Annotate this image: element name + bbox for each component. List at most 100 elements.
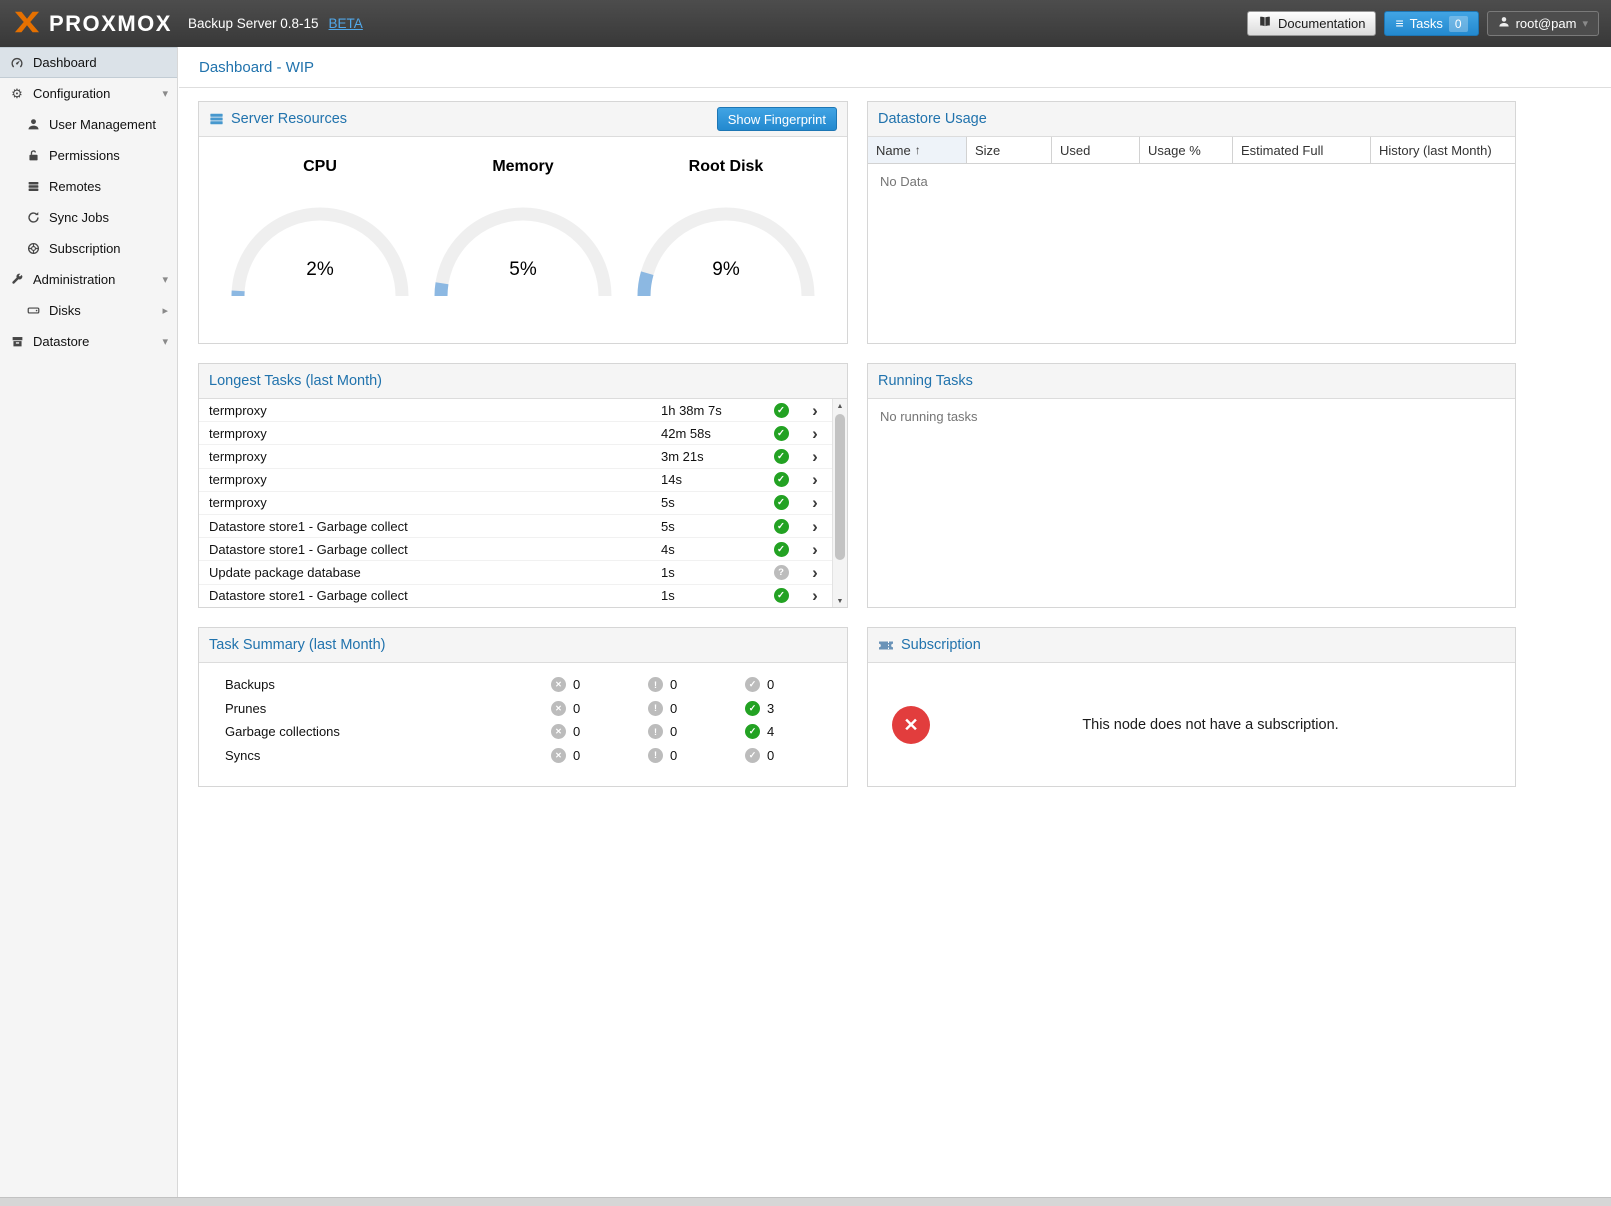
error-count: 0 [573,748,580,763]
sidebar-item[interactable]: Remotes [0,171,177,202]
server-resources-title: Server Resources [231,111,347,127]
tasks-button[interactable]: ≡ Tasks 0 [1384,11,1478,36]
expand-caret-icon [162,304,168,317]
datastore-usage-panel: Datastore Usage Name ↑ Size Used [867,101,1516,344]
sidebar-item[interactable]: User Management [0,109,177,140]
task-row[interactable]: termproxy 42m 58s [199,422,832,445]
warning-count: 0 [670,748,677,763]
sidebar-item[interactable]: Dashboard [0,47,177,78]
sidebar-item-label: Datastore [33,334,89,349]
column-label: Name [876,143,911,158]
ok-count: 0 [767,748,774,763]
summary-label: Syncs [225,748,551,763]
task-name: termproxy [199,472,661,487]
sidebar-item[interactable]: ⚙ Configuration [0,78,177,109]
column-header[interactable]: Name ↑ [868,137,967,163]
task-row[interactable]: termproxy 14s [199,469,832,492]
user-label: root@pam [1516,16,1577,31]
task-row[interactable]: Datastore store1 - Garbage collect 5s [199,515,832,538]
gauge-value: 5% [430,259,616,281]
warning-group: 0 [648,748,745,763]
documentation-button[interactable]: Documentation [1247,11,1376,36]
chevron-right-icon[interactable] [812,564,818,581]
sidebar-item-label: Configuration [33,86,110,101]
task-name: Datastore store1 - Garbage collect [199,519,661,534]
user-icon [1498,16,1510,31]
scroll-up-arrow[interactable] [833,399,847,413]
column-header[interactable]: Size [967,137,1052,163]
task-status-icon [774,426,789,441]
task-duration: 1s [661,565,764,580]
resource-gauge: CPU 2% [227,137,413,300]
chevron-right-icon[interactable] [812,587,818,604]
error-icon [551,724,566,739]
scrollbar[interactable] [832,399,847,608]
sidebar-item-icon: ⚙ [9,87,25,100]
topbar: PROXMOX Backup Server 0.8-15 BETA Docume… [0,0,1611,47]
column-label: Used [1060,143,1090,158]
sidebar-item[interactable]: Datastore [0,326,177,357]
task-status-icon [774,472,789,487]
task-name: Datastore store1 - Garbage collect [199,542,661,557]
task-row[interactable]: termproxy 1h 38m 7s [199,399,832,422]
task-row[interactable]: Datastore store1 - Garbage collect 4s [199,538,832,561]
scroll-thumb[interactable] [835,414,845,560]
longest-tasks-title: Longest Tasks (last Month) [209,373,382,389]
tasks-count-badge: 0 [1449,16,1468,32]
sidebar-item[interactable]: Permissions [0,140,177,171]
sidebar-item-label: Remotes [49,179,101,194]
task-row[interactable]: termproxy 5s [199,492,832,515]
task-row[interactable]: Update package database 1s [199,561,832,584]
error-group: 0 [551,724,648,739]
scroll-down-arrow[interactable] [833,594,847,608]
running-tasks-panel: Running Tasks No running tasks [867,363,1516,608]
sidebar-item[interactable]: Sync Jobs [0,202,177,233]
subscription-body: This node does not have a subscription. [868,663,1515,787]
column-header[interactable]: Usage % [1140,137,1233,163]
expand-caret-icon [162,87,168,100]
resource-gauge: Root Disk 9% [633,137,819,300]
no-data-text: No Data [868,164,1515,199]
chevron-right-icon[interactable] [812,541,818,558]
sidebar-item-label: Subscription [49,241,121,256]
show-fingerprint-button[interactable]: Show Fingerprint [717,107,837,131]
warning-icon [648,724,663,739]
sidebar-item[interactable]: Disks [0,295,177,326]
task-status-icon [774,519,789,534]
gauge-value: 9% [633,259,819,281]
server-resources-panel: Server Resources Show Fingerprint CPU 2% [198,101,848,344]
column-header[interactable]: Estimated Full [1233,137,1371,163]
task-row[interactable]: termproxy 3m 21s [199,445,832,468]
chevron-right-icon[interactable] [812,471,818,488]
task-row[interactable]: Datastore store1 - Garbage collect 1s [199,585,832,608]
error-icon [551,701,566,716]
column-header[interactable]: History (last Month) [1371,137,1515,163]
chevron-right-icon[interactable] [812,402,818,419]
sort-asc-icon: ↑ [915,143,921,157]
user-menu-button[interactable]: root@pam [1487,11,1599,36]
product-version: Backup Server 0.8-15 [188,16,319,31]
beta-link[interactable]: BETA [329,16,363,31]
task-duration: 14s [661,472,764,487]
gauge-label: CPU [227,158,413,176]
main-area: Dashboard - WIP Server Resources Show Fi… [179,47,1611,1197]
warning-group: 0 [648,677,745,692]
chevron-right-icon[interactable] [812,425,818,442]
column-header[interactable]: Used [1052,137,1140,163]
sidebar-item[interactable]: Subscription [0,233,177,264]
task-status-icon [774,565,789,580]
sidebar-item-label: Administration [33,272,115,287]
task-summary-header: Task Summary (last Month) [199,628,847,663]
no-subscription-icon [892,706,930,744]
no-running-tasks-text: No running tasks [868,399,1515,434]
task-status-icon [774,495,789,510]
chevron-right-icon[interactable] [812,448,818,465]
task-name: termproxy [199,495,661,510]
running-tasks-title: Running Tasks [878,373,973,389]
chevron-right-icon[interactable] [812,494,818,511]
sidebar-item[interactable]: Administration [0,264,177,295]
gauge-arc: 5% [430,201,616,300]
ok-group: 0 [745,748,842,763]
chevron-right-icon[interactable] [812,518,818,535]
ok-group: 4 [745,724,842,739]
